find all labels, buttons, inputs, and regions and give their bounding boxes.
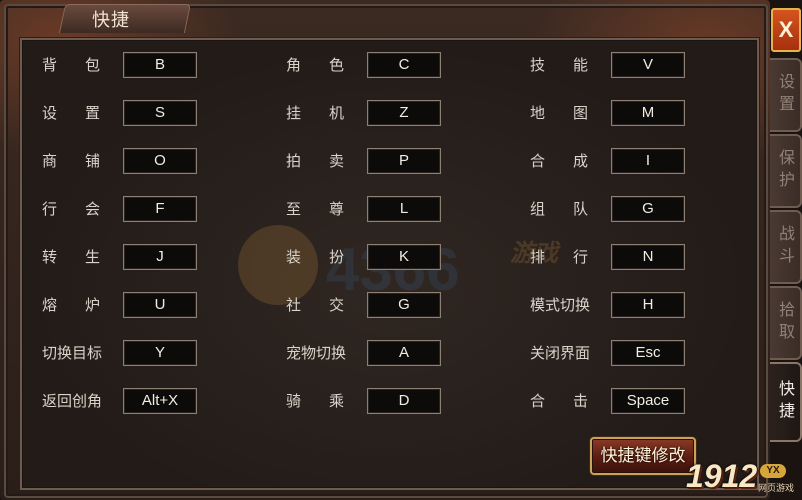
logo-text: 1912 xyxy=(686,458,758,494)
shortcut-key-input[interactable]: F xyxy=(123,196,197,222)
shortcut-key-input[interactable]: A xyxy=(367,340,441,366)
shortcut-key-input[interactable]: U xyxy=(123,292,197,318)
shortcut-label: 装扮 xyxy=(286,248,373,266)
tab-settings-label: 设置 xyxy=(776,73,795,117)
shortcut-key-input[interactable]: I xyxy=(611,148,685,174)
window-title: 快捷 xyxy=(92,10,130,31)
tab-settings[interactable]: 设置 xyxy=(770,58,802,132)
shortcut-key-input[interactable]: S xyxy=(123,100,197,126)
close-button[interactable]: X xyxy=(771,8,801,52)
shortcut-key-input[interactable]: N xyxy=(611,244,685,270)
site-logo: 1912 YX 网页游戏 xyxy=(686,458,798,498)
logo-badge: YX xyxy=(760,464,786,478)
shortcut-label: 合成 xyxy=(530,152,617,170)
shortcut-key-input[interactable]: Z xyxy=(367,100,441,126)
shortcut-key-input[interactable]: V xyxy=(611,52,685,78)
shortcut-label: 背包 xyxy=(42,56,129,74)
shortcut-label: 排行 xyxy=(530,248,617,266)
shortcut-label: 社交 xyxy=(286,296,373,314)
modify-shortcuts-button[interactable]: 快捷键修改 xyxy=(590,437,696,475)
shortcut-key-input[interactable]: Esc xyxy=(611,340,685,366)
shortcut-key-input[interactable]: D xyxy=(367,388,441,414)
shortcut-label: 切换目标 xyxy=(42,344,103,362)
tab-shortcuts-label: 快捷 xyxy=(776,380,795,424)
shortcut-key-input[interactable]: L xyxy=(367,196,441,222)
shortcut-key-input[interactable]: G xyxy=(611,196,685,222)
shortcut-key-input[interactable]: O xyxy=(123,148,197,174)
tab-protection[interactable]: 保护 xyxy=(770,134,802,208)
shortcut-key-input[interactable]: Alt+X xyxy=(123,388,197,414)
shortcut-label: 合击 xyxy=(530,392,617,410)
shortcut-label: 骑乘 xyxy=(286,392,373,410)
tab-combat-label: 战斗 xyxy=(776,225,795,269)
shortcut-key-input[interactable]: H xyxy=(611,292,685,318)
shortcut-label: 挂机 xyxy=(286,104,373,122)
shortcut-label: 商铺 xyxy=(42,152,129,170)
shortcut-label: 技能 xyxy=(530,56,617,74)
shortcut-key-input[interactable]: Space xyxy=(611,388,685,414)
shortcut-label: 至尊 xyxy=(286,200,373,218)
shortcut-label: 返回创角 xyxy=(42,392,103,410)
shortcut-label: 熔炉 xyxy=(42,296,129,314)
shortcut-key-input[interactable]: J xyxy=(123,244,197,270)
tab-pickup[interactable]: 拾取 xyxy=(770,286,802,360)
shortcut-label: 组队 xyxy=(530,200,617,218)
shortcut-key-input[interactable]: B xyxy=(123,52,197,78)
shortcut-label: 行会 xyxy=(42,200,129,218)
tab-protection-label: 保护 xyxy=(776,149,795,193)
logo-subtitle: 网页游戏 xyxy=(758,484,795,494)
shortcut-label: 设置 xyxy=(42,104,129,122)
shortcut-key-input[interactable]: P xyxy=(367,148,441,174)
tab-combat[interactable]: 战斗 xyxy=(770,210,802,284)
shortcut-label: 转生 xyxy=(42,248,129,266)
tab-shortcuts[interactable]: 快捷 xyxy=(770,362,802,442)
shortcut-label: 角色 xyxy=(286,56,373,74)
shortcut-key-input[interactable]: M xyxy=(611,100,685,126)
shortcut-label: 关闭界面 xyxy=(530,344,591,362)
tab-pickup-label: 拾取 xyxy=(776,301,795,345)
shortcut-label: 拍卖 xyxy=(286,152,373,170)
shortcut-label: 宠物切换 xyxy=(286,344,347,362)
shortcut-key-input[interactable]: Y xyxy=(123,340,197,366)
shortcut-key-input[interactable]: G xyxy=(367,292,441,318)
shortcut-key-input[interactable]: C xyxy=(367,52,441,78)
shortcut-key-input[interactable]: K xyxy=(367,244,441,270)
shortcut-label: 地图 xyxy=(530,104,617,122)
shortcut-label: 模式切换 xyxy=(530,296,591,314)
